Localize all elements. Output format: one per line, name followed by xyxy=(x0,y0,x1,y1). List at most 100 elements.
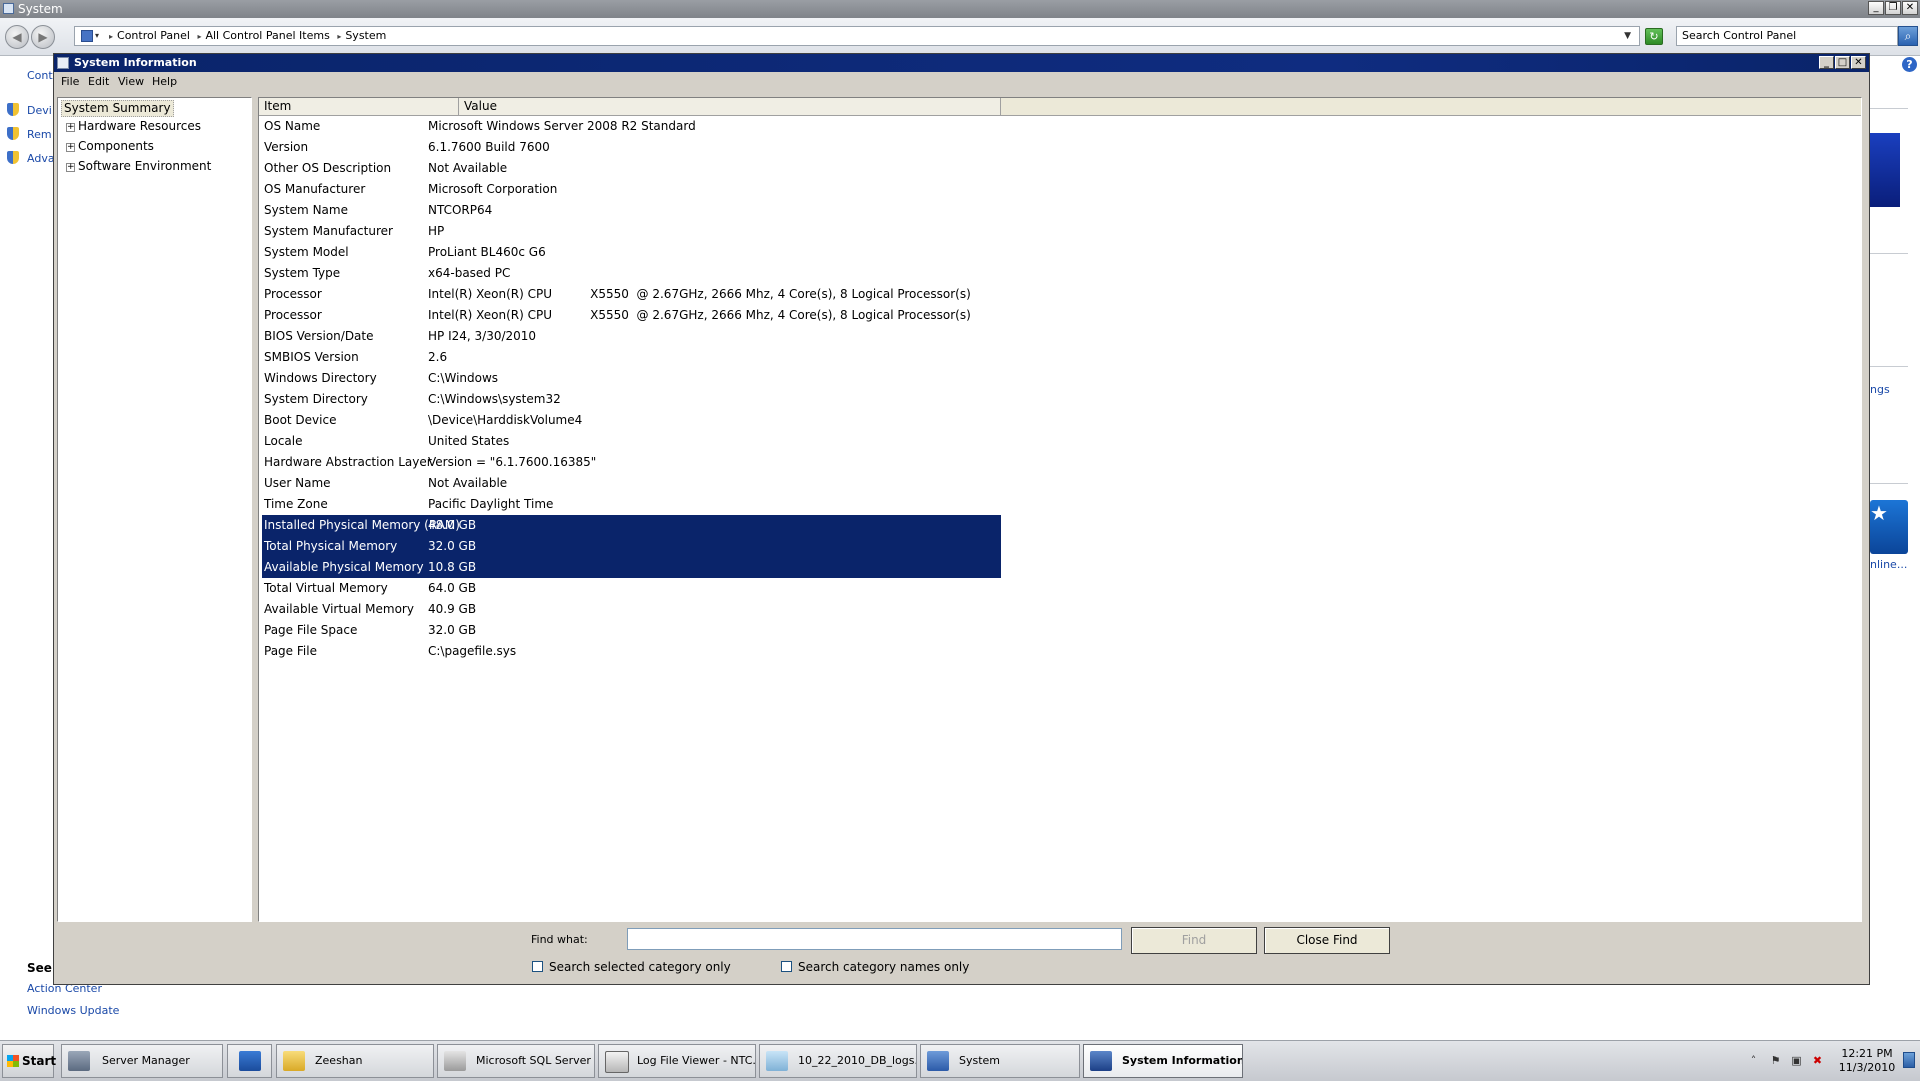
details-list[interactable]: Item Value OS Name Microsoft Windows Serv… xyxy=(258,97,1862,922)
table-row[interactable]: Windows Directory C:\Windows xyxy=(262,368,1001,389)
table-row[interactable]: Hardware Abstraction Layer Version = "6.1… xyxy=(262,452,1001,473)
table-row[interactable]: Other OS Description Not Available xyxy=(262,158,1001,179)
minimize-icon[interactable]: _ xyxy=(1819,56,1834,69)
taskbar-item-sql-server[interactable]: Microsoft SQL Server ... xyxy=(437,1044,595,1078)
close-find-button[interactable]: Close Find xyxy=(1264,927,1390,954)
table-row[interactable]: Total Physical Memory 32.0 GB xyxy=(262,536,1001,557)
find-button[interactable]: Find xyxy=(1131,927,1257,954)
table-row[interactable]: Boot Device \Device\HarddiskVolume4 xyxy=(262,410,1001,431)
tree-item-hardware-resources[interactable]: Hardware Resources xyxy=(78,119,201,133)
cell-value: x64-based PC xyxy=(428,266,511,280)
breadcrumb-separator-icon[interactable]: ▸ xyxy=(197,32,201,41)
table-row[interactable]: Page File Space 32.0 GB xyxy=(262,620,1001,641)
table-row[interactable]: Total Virtual Memory 64.0 GB xyxy=(262,578,1001,599)
see-also-link-windows-update[interactable]: Windows Update xyxy=(27,1004,119,1017)
taskbar-item-label: Zeeshan xyxy=(315,1054,363,1067)
volume-muted-icon[interactable]: ✖ xyxy=(1811,1054,1824,1067)
table-row[interactable]: User Name Not Available xyxy=(262,473,1001,494)
tree-item-system-summary[interactable]: System Summary xyxy=(61,100,174,117)
change-settings-link-fragment[interactable]: ngs xyxy=(1870,383,1890,396)
table-row[interactable]: SMBIOS Version 2.6 xyxy=(262,347,1001,368)
table-row[interactable]: OS Name Microsoft Windows Server 2008 R2 … xyxy=(262,116,1001,137)
table-row[interactable]: OS Manufacturer Microsoft Corporation xyxy=(262,179,1001,200)
search-control-panel-input[interactable]: Search Control Panel xyxy=(1676,26,1898,46)
table-row[interactable]: Locale United States xyxy=(262,431,1001,452)
table-row[interactable]: Available Physical Memory 10.8 GB xyxy=(262,557,1001,578)
menu-file[interactable]: File xyxy=(61,72,79,92)
address-bar[interactable]: ▾ ▸ Control Panel ▸ All Control Panel Item… xyxy=(74,26,1640,46)
table-row[interactable]: BIOS Version/Date HP I24, 3/30/2010 xyxy=(262,326,1001,347)
table-row[interactable]: Installed Physical Memory (RAM) 48.0 GB xyxy=(262,515,1001,536)
tree-item-components[interactable]: Components xyxy=(78,139,154,153)
breadcrumb-system[interactable]: System xyxy=(345,29,386,42)
close-icon[interactable]: ✕ xyxy=(1851,56,1866,69)
network-icon[interactable]: ▣ xyxy=(1790,1054,1803,1067)
back-button[interactable]: ◀ xyxy=(5,25,29,49)
table-row[interactable]: System Manufacturer HP xyxy=(262,221,1001,242)
close-icon[interactable]: ✕ xyxy=(1902,1,1918,15)
column-header-item[interactable]: Item xyxy=(259,98,459,115)
table-row[interactable]: Page File C:\pagefile.sys xyxy=(262,641,1001,662)
maximize-icon[interactable]: □ xyxy=(1835,56,1850,69)
breadcrumb-all-items[interactable]: All Control Panel Items xyxy=(205,29,329,42)
show-hidden-icons-chevron-icon[interactable]: ˄ xyxy=(1747,1054,1760,1067)
left-pane-link-device-manager[interactable]: Devi xyxy=(27,104,52,117)
taskbar-item-powershell[interactable] xyxy=(227,1044,272,1078)
left-pane-link-remote-settings[interactable]: Rem xyxy=(27,128,52,141)
taskbar-item-system-information[interactable]: System Information xyxy=(1083,1044,1243,1078)
breadcrumb-separator-icon[interactable]: ▸ xyxy=(109,32,113,41)
left-pane-link-control-panel-home[interactable]: Cont xyxy=(27,69,53,82)
table-row[interactable]: Time Zone Pacific Daylight Time xyxy=(262,494,1001,515)
checkbox-unchecked-icon[interactable] xyxy=(532,961,543,972)
show-desktop-button[interactable] xyxy=(1903,1052,1915,1068)
table-row[interactable]: Processor Intel(R) Xeon(R) CPU X5550 @ 2.… xyxy=(262,305,1001,326)
taskbar-item-label: System Information xyxy=(1122,1054,1243,1067)
taskbar-item-db-logs[interactable]: 10_22_2010_DB_logs... xyxy=(759,1044,917,1078)
checkbox-unchecked-icon[interactable] xyxy=(781,961,792,972)
find-what-input[interactable] xyxy=(627,928,1122,950)
system-information-titlebar[interactable]: System Information _ □ ✕ xyxy=(54,54,1869,72)
table-row[interactable]: System Model ProLiant BL460c G6 xyxy=(262,242,1001,263)
table-row[interactable]: System Type x64-based PC xyxy=(262,263,1001,284)
menu-edit[interactable]: Edit xyxy=(88,72,109,92)
table-row[interactable]: Available Virtual Memory 40.9 GB xyxy=(262,599,1001,620)
cell-item: Page File Space xyxy=(264,623,358,637)
refresh-button[interactable]: ↻ xyxy=(1645,28,1663,45)
column-header-value[interactable]: Value xyxy=(459,98,1001,115)
forward-button[interactable]: ▶ xyxy=(31,25,55,49)
table-row[interactable]: Version 6.1.7600 Build 7600 xyxy=(262,137,1001,158)
search-category-names-checkbox[interactable]: Search category names only xyxy=(781,960,969,974)
restore-icon[interactable]: ❐ xyxy=(1885,1,1901,15)
minimize-icon[interactable]: _ xyxy=(1868,1,1884,15)
left-pane-link-advanced-settings[interactable]: Adva xyxy=(27,152,55,165)
breadcrumb-separator-icon[interactable]: ▸ xyxy=(337,32,341,41)
help-icon[interactable]: ? xyxy=(1902,57,1917,72)
expand-plus-icon[interactable]: + xyxy=(66,123,75,132)
log-viewer-icon xyxy=(605,1051,629,1073)
search-selected-category-checkbox[interactable]: Search selected category only xyxy=(532,960,731,974)
taskbar-item-log-file-viewer[interactable]: Log File Viewer - NTC... xyxy=(598,1044,756,1078)
expand-plus-icon[interactable]: + xyxy=(66,143,75,152)
cell-item: User Name xyxy=(264,476,331,490)
table-row[interactable]: System Name NTCORP64 xyxy=(262,200,1001,221)
breadcrumb-control-panel[interactable]: Control Panel xyxy=(117,29,190,42)
table-row[interactable]: Processor Intel(R) Xeon(R) CPU X5550 @ 2.… xyxy=(262,284,1001,305)
expand-plus-icon[interactable]: + xyxy=(66,163,75,172)
start-button[interactable]: Start xyxy=(2,1044,56,1078)
address-dropdown-icon[interactable]: ▼ xyxy=(1624,27,1631,45)
taskbar-item-system[interactable]: System xyxy=(920,1044,1080,1078)
cell-item: Page File xyxy=(264,644,317,658)
background-window-titlebar[interactable]: System _ ❐ ✕ xyxy=(0,0,1920,18)
taskbar-item-server-manager[interactable]: Server Manager xyxy=(61,1044,223,1078)
learn-more-online-link-fragment[interactable]: nline... xyxy=(1870,558,1907,571)
table-row[interactable]: System Directory C:\Windows\system32 xyxy=(262,389,1001,410)
tree-item-software-environment[interactable]: Software Environment xyxy=(78,159,211,173)
search-icon[interactable]: ⌕ xyxy=(1898,26,1918,46)
menu-view[interactable]: View xyxy=(118,72,144,92)
menu-help[interactable]: Help xyxy=(152,72,177,92)
category-tree[interactable]: System Summary + Hardware Resources + Co… xyxy=(57,97,252,922)
taskbar-item-zeeshan-folder[interactable]: Zeeshan xyxy=(276,1044,434,1078)
address-history-chevron-icon[interactable]: ▾ xyxy=(95,27,99,45)
system-clock[interactable]: 12:21 PM 11/3/2010 xyxy=(1837,1047,1897,1075)
action-center-flag-icon[interactable]: ⚑ xyxy=(1769,1054,1782,1067)
